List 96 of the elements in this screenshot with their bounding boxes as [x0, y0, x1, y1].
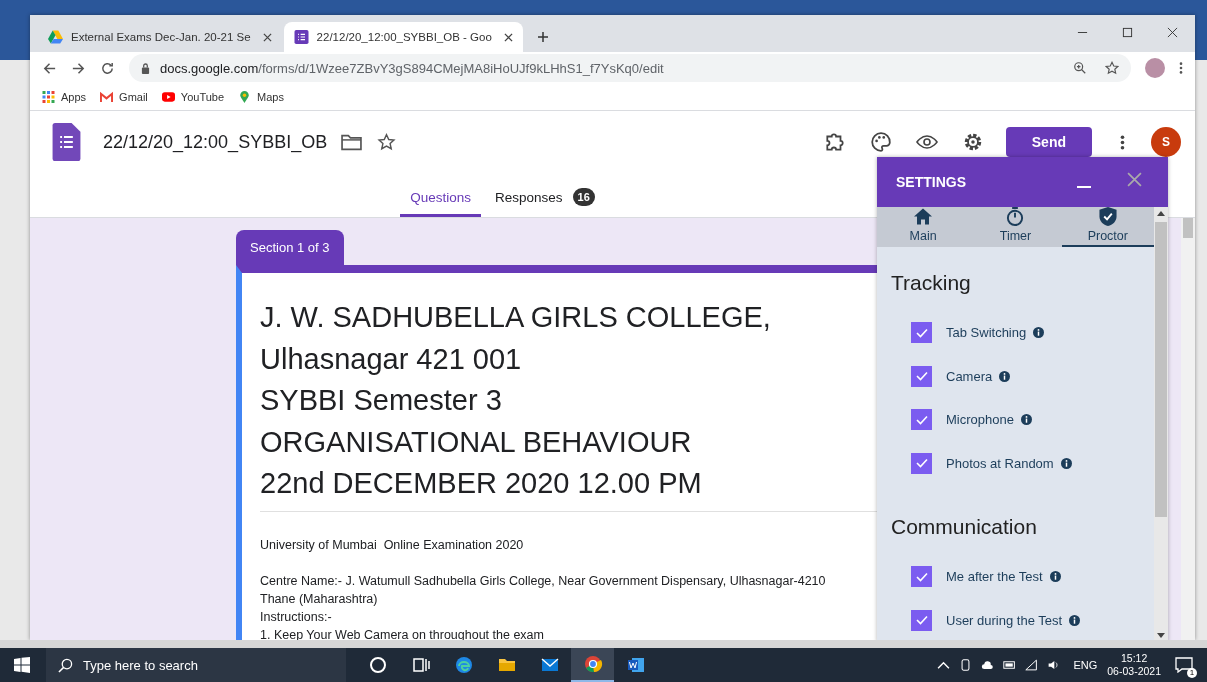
minimize-icon[interactable]: [1077, 185, 1091, 189]
new-tab-icon[interactable]: [536, 31, 549, 43]
close-icon[interactable]: [503, 32, 513, 42]
checkbox[interactable]: [911, 365, 932, 387]
notification-count: 1: [1187, 668, 1197, 678]
forms-icon: [293, 30, 309, 44]
profile-avatar[interactable]: [1145, 58, 1165, 78]
description-text: Centre Name:- J. Watumull Sadhubella Girls College, Near Government Dispensary, Ulhasnagar-4210: [260, 572, 826, 590]
section-heading: Tracking: [891, 271, 972, 295]
check-icon: [915, 414, 928, 425]
form-tab[interactable]: Responses 16: [485, 188, 605, 217]
star-icon[interactable]: [376, 133, 398, 151]
wifi-icon[interactable]: [1025, 659, 1039, 671]
puzzle-icon[interactable]: [823, 131, 846, 153]
map-pin-icon: [238, 91, 252, 103]
info-icon[interactable]: [1069, 614, 1081, 626]
option-label: User during the Test: [946, 612, 1063, 628]
device-icon[interactable]: [959, 659, 973, 671]
scroll-up-icon[interactable]: [1157, 211, 1165, 216]
edge-icon: [453, 655, 474, 675]
settings-tab[interactable]: Timer: [969, 207, 1062, 247]
task-view-icon: [410, 655, 431, 675]
checkbox[interactable]: [911, 409, 932, 431]
bookmark-link[interactable]: Maps: [238, 91, 284, 103]
menu-icon[interactable]: [1179, 61, 1183, 75]
browser-tab[interactable]: 22/12/20_12:00_SYBBI_OB - Goo: [283, 22, 523, 52]
language-indicator[interactable]: ENG: [1073, 659, 1098, 671]
check-icon: [915, 571, 928, 582]
section-heading: Communication: [891, 515, 1038, 539]
option-label: Photos at Random: [946, 455, 1054, 471]
address-bar[interactable]: docs.google.com/forms/d/1Wzee7ZBvY3gS894CMejMA8iHoUJf9kLHhS1_f7YsKq0/edit: [129, 54, 1131, 82]
count-badge: 16: [572, 188, 595, 206]
checkbox[interactable]: [911, 609, 932, 631]
checkbox[interactable]: [911, 452, 932, 474]
word-icon: [625, 655, 646, 675]
option-label: Tab Switching: [946, 325, 1027, 341]
bookmark-link[interactable]: Gmail: [100, 91, 148, 103]
maximize-icon[interactable]: [1122, 27, 1133, 38]
battery-icon[interactable]: [1003, 659, 1017, 671]
folder-icon[interactable]: [341, 133, 363, 151]
lock-icon: [141, 62, 150, 74]
option-label: Microphone: [946, 412, 1014, 428]
close-icon[interactable]: [1167, 27, 1178, 38]
scrollbar[interactable]: [1154, 207, 1168, 642]
star-icon[interactable]: [1105, 61, 1119, 75]
chrome-icon: [582, 654, 603, 674]
description-text: Instructions:-: [260, 608, 332, 626]
option-label: Me after the Test: [946, 569, 1043, 585]
send-button[interactable]: Send: [1005, 127, 1092, 157]
form-title[interactable]: 22/12/20_12:00_SYBBI_OB: [103, 131, 328, 153]
info-icon[interactable]: [999, 370, 1011, 382]
checkbox[interactable]: [911, 566, 932, 588]
forms-logo-icon[interactable]: [52, 123, 81, 161]
gmail-icon: [100, 91, 114, 103]
clock[interactable]: 15:12 06-03-2021: [1107, 652, 1161, 678]
cloud-icon[interactable]: [981, 659, 995, 671]
check-icon: [915, 327, 928, 338]
windows-start-icon[interactable]: [14, 657, 30, 673]
circle-icon: [367, 655, 388, 675]
close-icon[interactable]: [262, 32, 272, 42]
stopwatch-icon: [1006, 207, 1025, 226]
shield-check-icon: [1098, 207, 1117, 226]
bookmark-link[interactable]: YouTube: [161, 91, 225, 103]
check-icon: [915, 615, 928, 626]
apps-grid-icon: [42, 91, 55, 103]
notification-icon[interactable]: [1175, 657, 1193, 673]
scrollbar[interactable]: [1181, 218, 1195, 640]
option-label: Camera: [946, 368, 993, 384]
description-text: University of Mumbai Online Examination 2020: [260, 536, 524, 554]
more-options-icon[interactable]: [1120, 133, 1125, 151]
scroll-down-icon[interactable]: [1157, 633, 1165, 638]
section-label: Section 1 of 3: [236, 230, 344, 265]
account-avatar[interactable]: S: [1151, 127, 1181, 157]
chevron-up-icon[interactable]: [937, 659, 951, 671]
info-icon[interactable]: [1060, 457, 1072, 469]
bookmark-link[interactable]: Apps: [42, 91, 87, 103]
check-icon: [915, 458, 928, 469]
reload-icon[interactable]: [100, 60, 115, 76]
search-icon: [58, 657, 73, 673]
info-icon[interactable]: [1020, 414, 1032, 426]
info-icon[interactable]: [1049, 571, 1061, 583]
speaker-icon[interactable]: [1047, 659, 1061, 671]
settings-tab[interactable]: Proctor: [1061, 207, 1154, 247]
palette-icon[interactable]: [869, 131, 892, 153]
check-icon: [915, 371, 928, 382]
search-field[interactable]: Type here to search: [46, 648, 346, 682]
description-text: Thane (Maharashtra): [260, 590, 378, 608]
zoom-icon[interactable]: [1073, 61, 1087, 75]
browser-tab[interactable]: External Exams Dec-Jan. 20-21 Se: [38, 22, 282, 52]
info-icon[interactable]: [1033, 327, 1045, 339]
home-icon: [914, 207, 933, 226]
panel-title: SETTINGS: [896, 174, 966, 190]
youtube-icon: [161, 91, 175, 103]
settings-tab[interactable]: Main: [877, 207, 970, 247]
checkbox[interactable]: [911, 322, 932, 344]
drive-icon: [48, 30, 63, 44]
